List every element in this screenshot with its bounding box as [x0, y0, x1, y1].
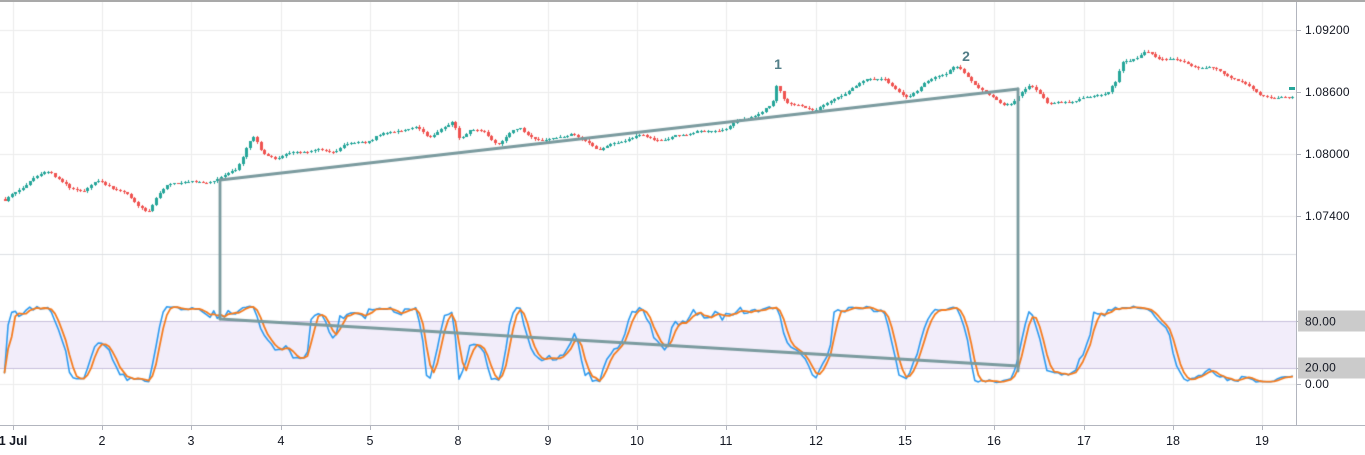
time-axis-label: 17	[1077, 434, 1091, 448]
stoch-level-label: 80.00	[1298, 314, 1336, 328]
time-axis-tick	[726, 426, 727, 430]
divergence-point-1-label[interactable]: 1	[774, 56, 782, 72]
price-axis-label: 1.08000	[1305, 147, 1350, 161]
time-axis-label: 16	[987, 434, 1001, 448]
time-axis-tick	[994, 426, 995, 430]
time-axis-label: 12	[809, 434, 823, 448]
time-axis-label: 2	[99, 434, 106, 448]
time-axis-tick	[281, 426, 282, 430]
price-axis-label: 1.08600	[1305, 85, 1350, 99]
window-top-border	[0, 0, 1365, 2]
time-axis-tick	[1173, 426, 1174, 430]
stoch-axis-label: 0.00	[1305, 377, 1329, 391]
chart-canvas[interactable]	[0, 0, 1365, 455]
time-axis-tick	[370, 426, 371, 430]
time-axis-label: 9	[545, 434, 552, 448]
price-axis[interactable]: 1.09200 1.08600 1.08000 1.07400 80.00 20.00 0.…	[1296, 0, 1365, 425]
time-axis-tick	[905, 426, 906, 430]
time-axis-tick	[816, 426, 817, 430]
time-axis-label: 8	[455, 434, 462, 448]
stoch-level-chip: 80.00	[1298, 311, 1365, 332]
price-axis-label: 1.07400	[1305, 209, 1350, 223]
time-axis-tick	[637, 426, 638, 430]
time-axis-label: 1 Jul	[0, 434, 27, 448]
last-price-marker	[1289, 87, 1295, 90]
time-axis-label: 5	[367, 434, 374, 448]
stoch-axis-tick	[1297, 384, 1301, 385]
stoch-level-chip: 20.00	[1298, 357, 1365, 378]
time-axis-label: 3	[188, 434, 195, 448]
time-axis-tick	[13, 426, 14, 430]
time-axis-label: 18	[1166, 434, 1180, 448]
time-axis-label: 19	[1255, 434, 1269, 448]
time-axis-tick	[1084, 426, 1085, 430]
divergence-point-2-label[interactable]: 2	[962, 48, 970, 64]
price-axis-tick	[1297, 216, 1301, 217]
time-axis-tick	[191, 426, 192, 430]
panel-separator[interactable]	[0, 253, 1296, 256]
time-axis-tick	[458, 426, 459, 430]
time-axis-label: 11	[720, 434, 733, 448]
price-axis-tick	[1297, 154, 1301, 155]
time-axis-label: 15	[898, 434, 912, 448]
time-axis-label: 10	[630, 434, 644, 448]
stoch-level-label: 20.00	[1298, 361, 1336, 375]
time-axis-tick	[1262, 426, 1263, 430]
time-axis-tick	[102, 426, 103, 430]
time-axis[interactable]: 1 Jul 2 3 4 5 8 9 10 11 12 15 16 17 18 19	[0, 425, 1365, 455]
price-axis-tick	[1297, 92, 1301, 93]
time-axis-label: 4	[278, 434, 285, 448]
trading-chart-window: 1 2 1.092001.086001.080001.0740080.0020.…	[0, 0, 1365, 455]
price-axis-label: 1.09200	[1305, 23, 1350, 37]
time-axis-tick	[548, 426, 549, 430]
price-axis-tick	[1297, 30, 1301, 31]
